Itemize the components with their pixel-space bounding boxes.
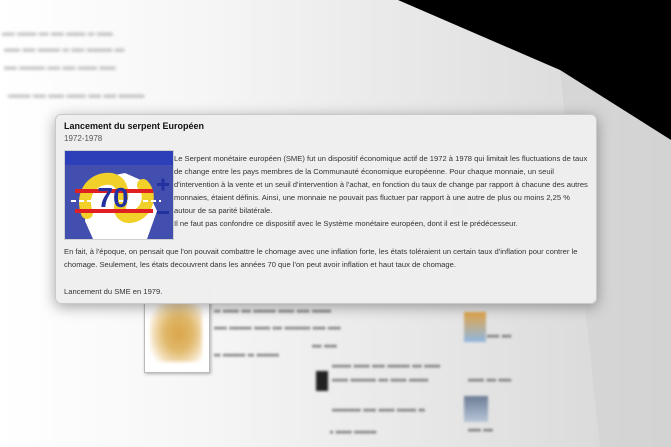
logo-text: 70 — [97, 182, 128, 213]
popup-years: 1972-1978 — [64, 134, 103, 143]
background-text: ▪▪▪▪▪▪▪▪▪ ▪▪▪▪ ▪▪▪▪▪ ▪▪▪▪▪▪ ▪▪ — [332, 405, 425, 415]
popup-paragraph-3: En fait, à l'époque, on pensait que l'on… — [64, 247, 578, 269]
background-text: ▪▪▪▪▪ ▪▪▪▪ ▪▪▪▪▪▪▪ ▪▪ ▪▪▪▪ ▪▪▪▪▪▪▪▪ ▪▪▪ — [4, 45, 125, 55]
background-text: ▪▪▪▪▪▪ ▪▪▪▪▪ ▪▪▪▪ ▪▪▪▪▪▪▪ ▪▪▪ ▪▪▪▪▪ — [332, 361, 441, 371]
background-text: ▪▪ ▪▪▪▪▪ ▪▪▪ ▪▪▪▪▪▪▪ ▪▪▪▪▪ ▪▪▪▪ ▪▪▪▪▪▪ — [214, 306, 332, 316]
background-thumbnail — [464, 312, 486, 342]
background-text: ▪ ▪▪▪▪▪ ▪▪▪▪▪▪▪ — [330, 427, 377, 437]
background-text: ▪▪▪▪ ▪▪▪ — [468, 425, 493, 435]
serpent-logo: 70 — [64, 150, 174, 240]
background-text: ▪▪▪▪▪▪▪ ▪▪▪▪ ▪▪▪▪▪ ▪▪▪▪▪▪ ▪▪▪▪ ▪▪▪▪ ▪▪▪▪… — [8, 91, 145, 101]
background-thumbnail — [464, 396, 488, 422]
background-text: ▪▪▪ ▪▪▪▪ — [312, 341, 337, 351]
background-text: ▪▪▪▪ ▪▪▪▪▪▪▪ ▪▪▪▪▪ ▪▪▪ ▪▪▪▪▪▪▪▪ ▪▪▪▪ ▪▪▪… — [214, 323, 341, 333]
background-thumbnail — [316, 371, 328, 391]
background-text: ▪▪ ▪▪▪▪▪▪▪ ▪▪ ▪▪▪▪▪▪▪ — [214, 350, 279, 360]
background-text: ▪▪▪▪▪ ▪▪▪ ▪▪▪▪ — [468, 375, 512, 385]
popup-paragraph-1: Le Serpent monétaire européen (SME) fut … — [174, 154, 588, 215]
background-text: ▪▪▪▪▪ ▪▪▪▪▪▪▪▪ ▪▪▪ ▪▪▪▪▪ ▪▪▪▪▪▪ — [332, 375, 429, 385]
popup-paragraph-2: Il ne faut pas confondre ce dispositif a… — [174, 219, 518, 228]
background-text: ▪▪▪▪ ▪▪▪▪▪▪ ▪▪▪ ▪▪▪▪ ▪▪▪▪▪▪ ▪▪ ▪▪▪▪▪ — [2, 29, 113, 39]
info-popup: Lancement du serpent Européen 1972-1978 … — [55, 114, 597, 304]
popup-title: Lancement du serpent Européen — [64, 121, 205, 131]
popup-paragraph-4: Lancement du SME en 1979. — [64, 287, 163, 296]
background-text: ▪▪▪▪ ▪▪▪▪▪▪▪▪ ▪▪▪▪ ▪▪▪▪ ▪▪▪▪▪▪ ▪▪▪▪▪ — [4, 63, 116, 73]
